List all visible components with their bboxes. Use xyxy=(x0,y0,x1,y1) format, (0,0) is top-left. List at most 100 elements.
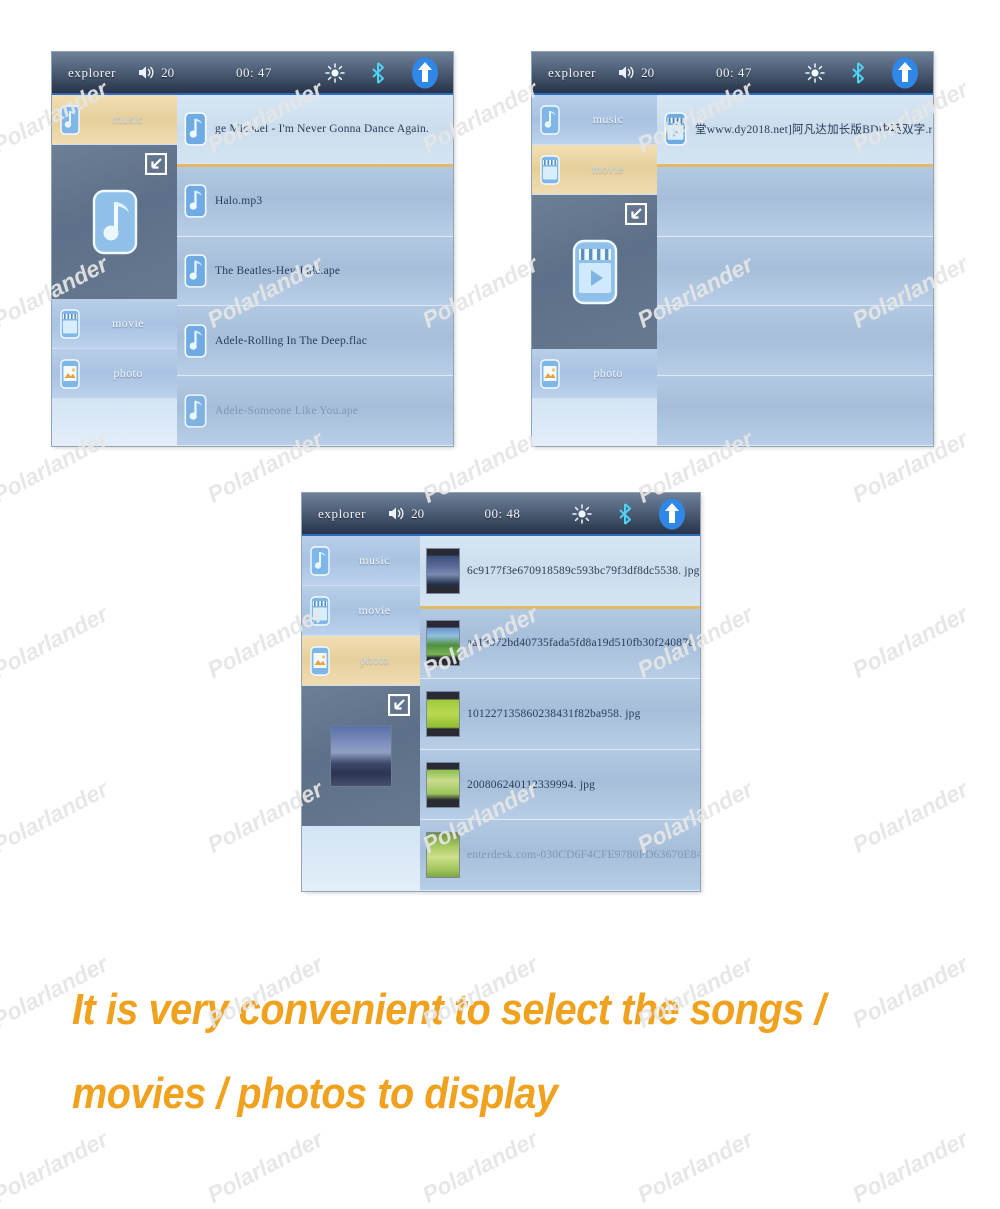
sidebar-item-music[interactable]: music xyxy=(52,95,177,145)
music-note-icon xyxy=(183,324,208,358)
file-row[interactable] xyxy=(657,236,933,307)
up-arrow-icon[interactable] xyxy=(411,57,439,89)
volume-indicator[interactable]: 20 xyxy=(388,506,424,522)
expand-arrow-icon[interactable] xyxy=(388,694,410,716)
preview-pane xyxy=(302,686,420,826)
file-row[interactable]: 200806240112339994. jpg xyxy=(420,749,700,821)
watermark-text: Polarlander xyxy=(847,600,972,683)
movie-clapper-icon xyxy=(663,112,688,147)
sidebar-item-label: movie xyxy=(358,603,391,617)
file-row[interactable]: 101227135860238431f82ba958. jpg xyxy=(420,679,700,750)
volume-indicator[interactable]: 20 xyxy=(138,65,174,81)
watermark-text: Polarlander xyxy=(0,600,112,683)
clock: 00: 48 xyxy=(484,505,521,521)
photo-panel: explorer 20 00: 48 music movie photo 6c9… xyxy=(302,493,700,891)
file-row[interactable]: 堂www.dy2018.net]阿凡达加长版BD中英双字.r xyxy=(657,95,933,167)
file-row[interactable] xyxy=(657,306,933,377)
sidebar-item-photo[interactable]: photo xyxy=(52,349,177,399)
sidebar-filler xyxy=(302,826,420,891)
photo-icon xyxy=(539,358,561,389)
watermark-text: Polarlander xyxy=(202,1125,327,1208)
sidebar-item-label: movie xyxy=(112,316,144,330)
music-panel: explorer 20 00: 47 music movie photo ge … xyxy=(52,52,453,446)
sidebar-item-music[interactable]: music xyxy=(532,95,657,145)
photo-thumbnail xyxy=(426,690,460,737)
music-note-large-icon xyxy=(91,189,139,255)
bluetooth-icon[interactable] xyxy=(618,502,632,525)
file-name: Adele-Someone Like You.ape xyxy=(215,404,359,417)
sidebar-item-label: photo xyxy=(359,653,390,667)
music-note-icon xyxy=(183,184,208,218)
speaker-icon xyxy=(618,65,636,80)
sidebar-item-music[interactable]: music xyxy=(302,536,420,586)
expand-arrow-icon[interactable] xyxy=(145,153,167,175)
preview-pane xyxy=(532,195,657,349)
photo-thumbnail xyxy=(330,725,392,787)
photo-thumbnail xyxy=(426,761,460,808)
sidebar: music movie photo xyxy=(302,536,420,891)
file-row[interactable]: Adele-Rolling In The Deep.flac xyxy=(177,306,453,377)
file-row[interactable]: 6c9177f3e670918589c593bc79f3df8dc5538. j… xyxy=(420,536,700,609)
file-name: 堂www.dy2018.net]阿凡达加长版BD中英双字.r xyxy=(695,124,933,137)
bluetooth-icon[interactable] xyxy=(851,61,865,84)
app-title: explorer xyxy=(318,505,367,521)
file-name: Halo.mp3 xyxy=(215,195,263,208)
sidebar-item-movie[interactable]: movie xyxy=(302,586,420,636)
file-row[interactable]: ge Michael - I'm Never Gonna Dance Again… xyxy=(177,95,453,167)
file-list: 6c9177f3e670918589c593bc79f3df8dc5538. j… xyxy=(420,536,700,891)
music-note-icon xyxy=(183,112,208,147)
watermark-text: Polarlander xyxy=(417,1125,542,1208)
volume-value: 20 xyxy=(411,505,425,521)
up-arrow-icon[interactable] xyxy=(658,498,686,530)
volume-indicator[interactable]: 20 xyxy=(618,65,654,81)
expand-arrow-icon[interactable] xyxy=(625,203,647,225)
sidebar-item-movie[interactable]: movie xyxy=(52,299,177,349)
up-arrow-icon[interactable] xyxy=(891,57,919,89)
file-list: 堂www.dy2018.net]阿凡达加长版BD中英双字.r xyxy=(657,95,933,446)
watermark-text: Polarlander xyxy=(847,950,972,1033)
clock: 00: 47 xyxy=(235,64,272,80)
photo-thumbnail xyxy=(426,547,460,594)
file-row[interactable] xyxy=(657,166,933,237)
sidebar-item-photo[interactable]: photo xyxy=(302,636,420,686)
file-list: ge Michael - I'm Never Gonna Dance Again… xyxy=(177,95,453,446)
brightness-icon[interactable] xyxy=(572,503,592,524)
bluetooth-icon[interactable] xyxy=(371,61,385,84)
movie-clapper-icon xyxy=(309,595,331,626)
file-row[interactable]: Adele-Someone Like You.ape xyxy=(177,376,453,446)
movie-clapper-icon xyxy=(539,154,561,185)
music-note-icon xyxy=(309,545,331,576)
brightness-icon[interactable] xyxy=(325,62,345,83)
watermark-text: Polarlander xyxy=(632,1125,757,1208)
speaker-icon xyxy=(138,65,156,80)
caption: It is very convenient to select the song… xyxy=(72,968,864,1135)
file-row[interactable]: enterdesk.com-030CD6F4CFE9780FD63670E841… xyxy=(420,820,700,891)
clock: 00: 47 xyxy=(715,64,752,80)
sidebar-item-movie[interactable]: movie xyxy=(532,145,657,195)
brightness-icon[interactable] xyxy=(805,62,825,83)
sidebar: music movie photo xyxy=(52,95,177,446)
sidebar-item-photo[interactable]: photo xyxy=(532,349,657,399)
file-row[interactable]: The Beatles-Hey Jude.ape xyxy=(177,236,453,307)
file-name: 200806240112339994. jpg xyxy=(467,778,596,791)
sidebar-item-label: photo xyxy=(113,366,143,380)
photo-thumbnail xyxy=(426,620,460,667)
sidebar-item-label: music xyxy=(112,112,144,126)
watermark-text: Polarlander xyxy=(847,1125,972,1208)
file-name: 6c9177f3e670918589c593bc79f3df8dc5538. j… xyxy=(467,564,700,577)
status-bar: explorer 20 00: 48 xyxy=(302,493,700,536)
movie-clapper-icon xyxy=(59,308,81,339)
file-name: ge Michael - I'm Never Gonna Dance Again… xyxy=(215,123,429,136)
status-bar: explorer 20 00: 47 xyxy=(532,52,933,95)
music-note-icon xyxy=(59,104,81,135)
file-row[interactable]: aa18972bd40735fada5fd8a19d510fb30f24087e… xyxy=(420,608,700,680)
sidebar-item-label: movie xyxy=(592,162,624,176)
file-row[interactable] xyxy=(657,376,933,446)
sidebar-filler xyxy=(532,399,657,446)
file-row[interactable]: Halo.mp3 xyxy=(177,166,453,237)
file-name: enterdesk.com-030CD6F4CFE9780FD63670E841… xyxy=(467,849,700,862)
preview-pane xyxy=(52,145,177,299)
caption-line-1: It is very convenient to select the song… xyxy=(72,985,826,1034)
photo-icon xyxy=(309,645,331,676)
movie-panel: explorer 20 00: 47 music movie photo 堂ww… xyxy=(532,52,933,446)
